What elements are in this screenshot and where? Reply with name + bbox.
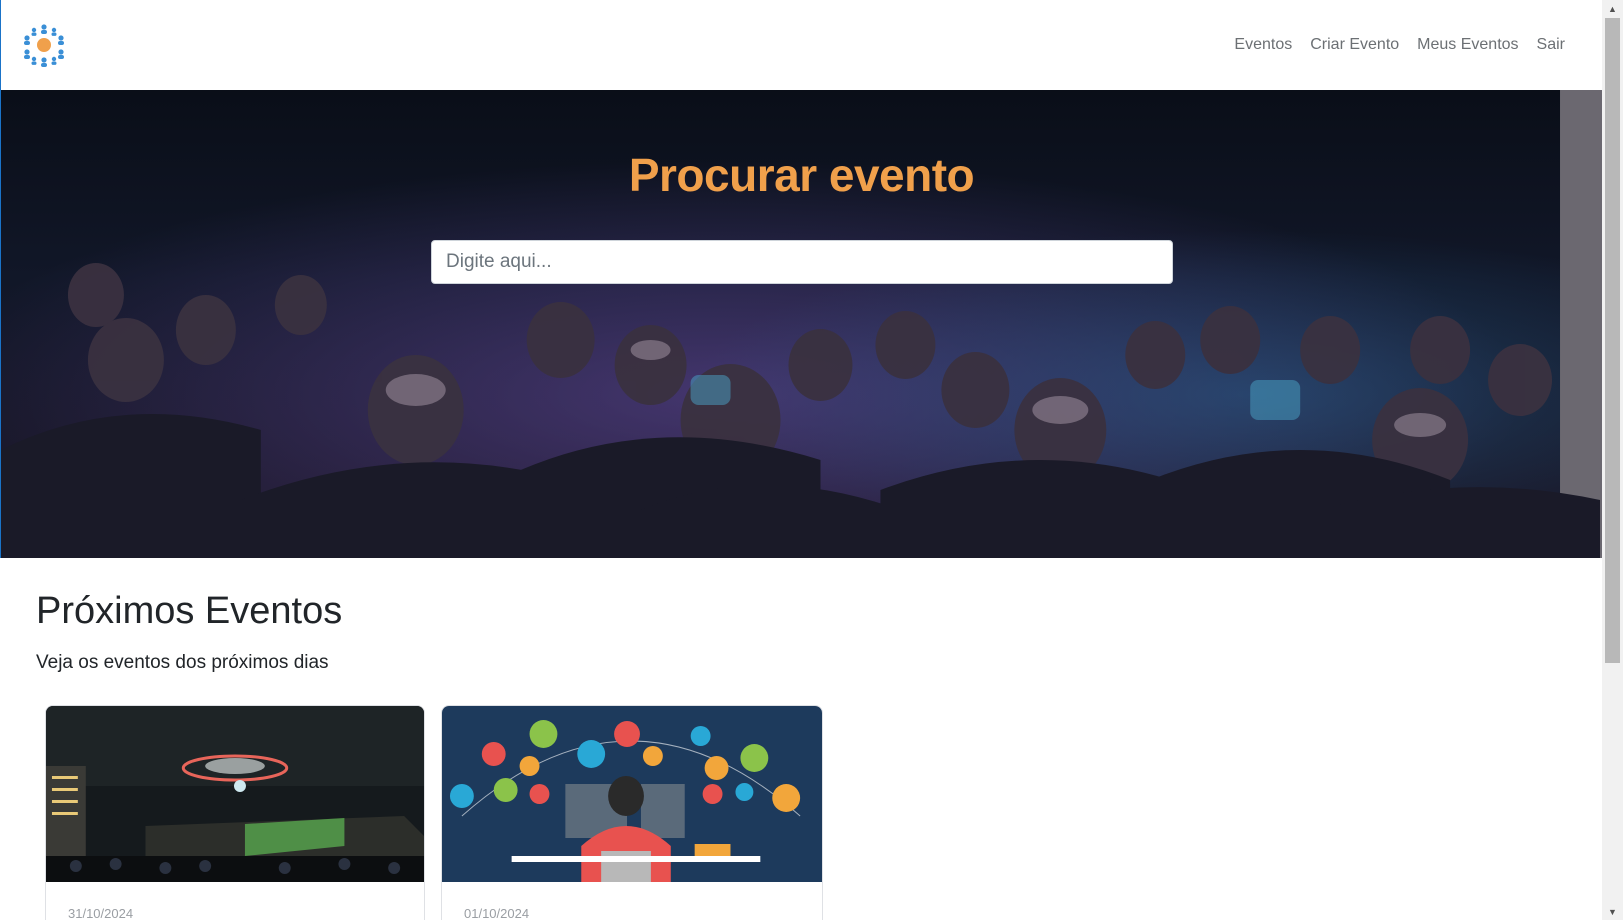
section-subtitle: Veja os eventos dos próximos dias xyxy=(36,652,329,673)
top-navbar: Eventos Criar Evento Meus Eventos Sair xyxy=(0,0,1602,90)
network-people-logo[interactable] xyxy=(21,22,67,68)
nav-links: Eventos Criar Evento Meus Eventos Sair xyxy=(1225,28,1574,62)
vertical-scrollbar[interactable]: ▲ ▼ xyxy=(1602,0,1623,920)
nav-link-meus-eventos[interactable]: Meus Eventos xyxy=(1408,28,1527,62)
scroll-down-icon[interactable]: ▼ xyxy=(1602,903,1623,920)
scroll-thumb[interactable] xyxy=(1605,18,1620,663)
event-date: 31/10/2024 xyxy=(68,906,134,920)
hero-title: Procurar evento xyxy=(628,149,975,201)
section-title: Próximos Eventos xyxy=(36,590,343,632)
search-input[interactable] xyxy=(431,240,1173,284)
hero-banner: Procurar evento xyxy=(0,90,1602,558)
night-building-ufo-photo xyxy=(46,706,424,882)
scroll-up-icon[interactable]: ▲ xyxy=(1602,0,1623,17)
nav-link-sair[interactable]: Sair xyxy=(1528,28,1574,62)
nav-link-criar-evento[interactable]: Criar Evento xyxy=(1301,28,1408,62)
event-card[interactable]: 31/10/2024 xyxy=(45,705,425,920)
event-date: 01/10/2024 xyxy=(464,906,530,920)
nav-link-eventos[interactable]: Eventos xyxy=(1225,28,1301,62)
event-card[interactable]: 01/10/2024 xyxy=(441,705,823,920)
programmer-languages-illustration xyxy=(442,706,822,882)
